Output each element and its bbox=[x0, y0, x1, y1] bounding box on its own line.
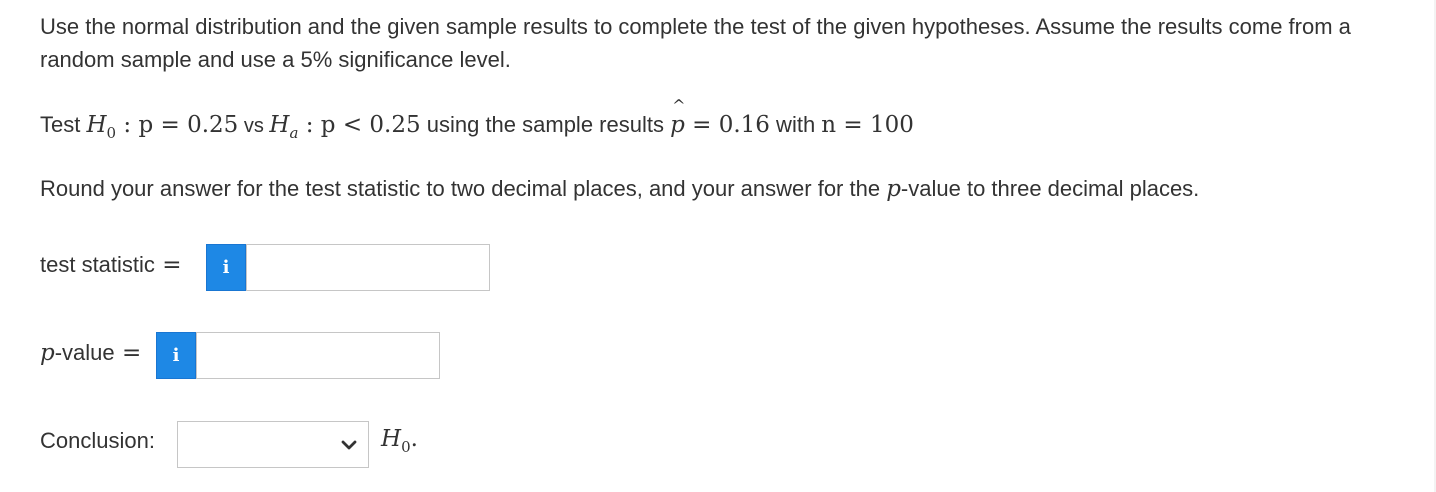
hypotheses-line: Test H0 : p = 0.25 vs Ha : p < 0.25 usin… bbox=[40, 96, 914, 142]
test-statistic-label: test statistic = bbox=[40, 252, 182, 278]
conclusion-suffix: H0. bbox=[381, 426, 418, 456]
test-label: Test bbox=[40, 112, 87, 137]
conclusion-label: Conclusion: bbox=[40, 428, 155, 453]
test-statistic-info-button[interactable]: i bbox=[206, 244, 246, 291]
null-hypothesis-relation: : p = 0.25 bbox=[116, 112, 239, 138]
using-label: using the sample results bbox=[420, 112, 671, 137]
chevron-down-icon bbox=[341, 440, 357, 450]
rounding-instructions: Round your answer for the test statistic… bbox=[40, 176, 1199, 202]
alt-hypothesis-subscript: a bbox=[289, 124, 299, 142]
info-icon: i bbox=[222, 257, 230, 278]
test-statistic-input[interactable] bbox=[246, 244, 490, 291]
p-value-input[interactable] bbox=[196, 332, 440, 379]
hat-accent: ^ bbox=[672, 96, 686, 115]
info-icon: i bbox=[172, 345, 180, 366]
conclusion-dropdown[interactable] bbox=[177, 421, 369, 468]
sample-size-relation: n = 100 bbox=[821, 112, 914, 138]
alt-hypothesis-symbol: H bbox=[269, 112, 290, 138]
rounding-text-prefix: Round your answer for the test statistic… bbox=[40, 176, 887, 201]
p-hat-symbol: ^ p bbox=[670, 96, 686, 138]
null-hypothesis-symbol: H bbox=[86, 112, 107, 138]
p-symbol: p bbox=[886, 176, 901, 202]
alt-hypothesis-relation: : p < 0.25 bbox=[298, 112, 421, 138]
null-hypothesis-subscript: 0 bbox=[106, 124, 117, 142]
question-intro: Use the normal distribution and the give… bbox=[40, 14, 1351, 72]
p-hat-relation: = 0.16 bbox=[684, 112, 770, 138]
with-label: with bbox=[769, 112, 822, 137]
p-value-label: p-value = bbox=[40, 340, 142, 366]
p-value-info-button[interactable]: i bbox=[156, 332, 196, 379]
vs-label: vs bbox=[238, 115, 270, 137]
conclusion-period: . bbox=[410, 426, 418, 452]
rounding-text-suffix: -value to three decimal places. bbox=[900, 176, 1200, 201]
null-hypothesis-subscript: 0 bbox=[401, 438, 411, 456]
null-hypothesis-symbol: H bbox=[381, 426, 402, 452]
